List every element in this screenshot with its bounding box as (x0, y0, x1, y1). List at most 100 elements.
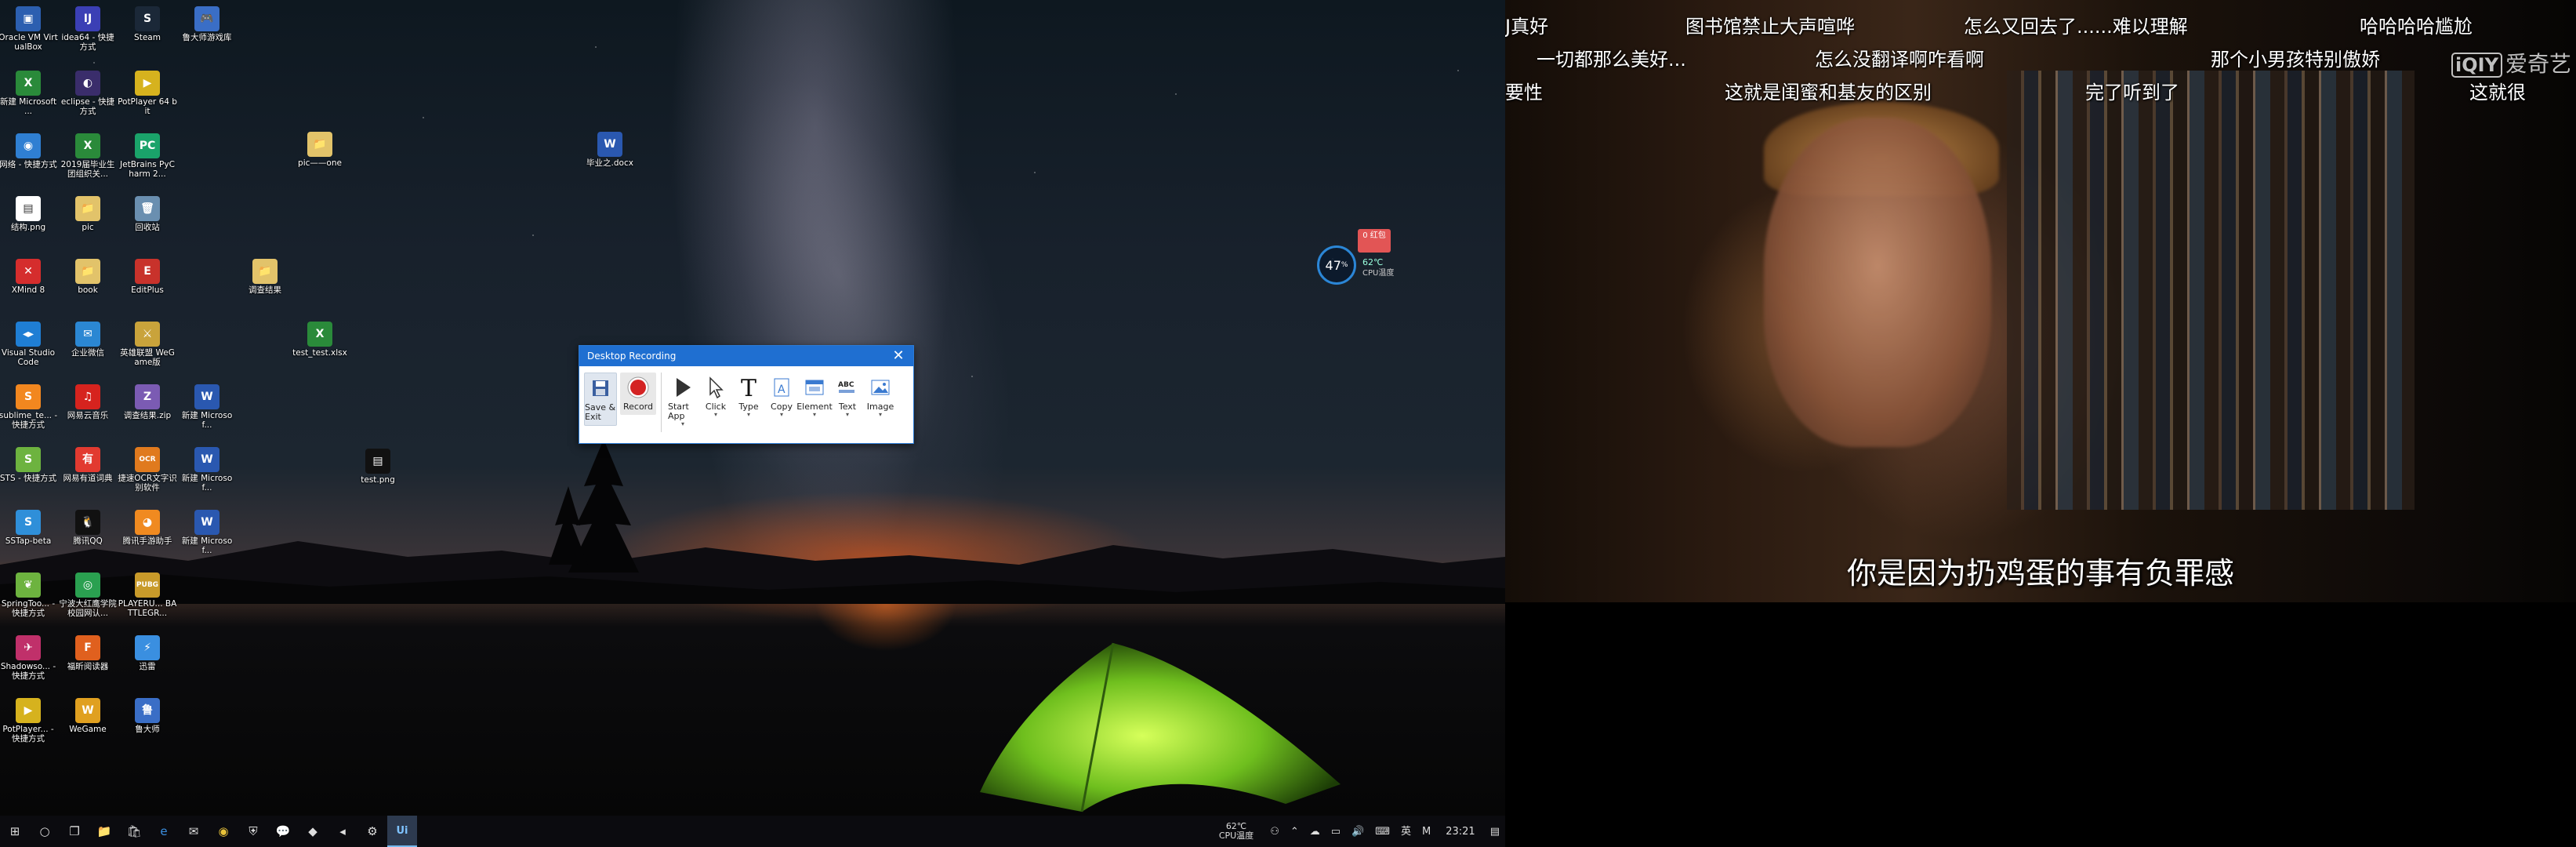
recording-toolbar: Save & Exit Record Start App ▾ Click ▾ T Type ▾ A… (579, 366, 913, 445)
chrome-icon[interactable]: ◉ (209, 816, 238, 847)
volume-icon[interactable]: 🔊 (1346, 827, 1370, 837)
desktop-icon[interactable]: OCR 捷速OCR文字识别软件 (118, 447, 177, 493)
red-envelope-badge[interactable]: 0 红包 (1358, 229, 1391, 253)
desktop-icon[interactable]: Ssublime_te... - 快捷方式 (0, 384, 58, 430)
notification-icon[interactable]: ▤ (1485, 827, 1505, 837)
desktop-icon[interactable]: 🎮 鲁大师游戏库 (177, 6, 237, 42)
element-button[interactable]: Element ▾ (796, 373, 833, 418)
cloud-icon[interactable]: ☁ (1304, 827, 1326, 837)
desktop-icon[interactable]: F 福昕阅读器 (58, 635, 118, 671)
app-icon: 🎮 (194, 6, 220, 31)
video-frame[interactable]: J真好 图书馆禁止大声喧哗 怎么又回去了......难以理解 哈哈哈哈尴尬 一切都那么美… (1505, 0, 2576, 602)
desktop-icon[interactable]: 有网易有道词典 (58, 447, 118, 483)
ime-mode[interactable]: M (1417, 827, 1436, 837)
desktop-icon[interactable]: W 新建 Microsof... (177, 384, 237, 430)
desktop-icon[interactable]: ◎ 宁波大红鹰学院校园网认... (58, 573, 118, 618)
desktop-icon[interactable]: S Steam (118, 6, 177, 42)
edge-icon[interactable]: e (149, 816, 179, 847)
wechat-icon[interactable]: 💬 (268, 816, 298, 847)
chevron-down-icon[interactable]: ▾ (714, 412, 717, 418)
desktop-icon[interactable]: ❦ SpringToo... - 快捷方式 (0, 573, 58, 618)
desktop-icon[interactable]: ▤ test.png (348, 449, 408, 485)
desktop-icon[interactable]: PUBG PLAYERU... BATTLEGR... (118, 573, 177, 618)
store-icon[interactable]: 🛍 (119, 816, 149, 847)
record-button[interactable]: Record (620, 373, 656, 415)
vscode-icon[interactable]: ◂ (328, 816, 357, 847)
chevron-down-icon[interactable]: ▾ (813, 412, 816, 418)
chevron-up-icon[interactable]: ⌃ (1285, 827, 1304, 837)
desktop-icon[interactable]: 📁 pic——one (290, 132, 350, 168)
search-icon[interactable]: ○ (30, 816, 60, 847)
desktop-icon-label: book (78, 285, 98, 295)
desktop-icon[interactable]: ✉ 企业微信 (58, 322, 118, 358)
close-icon[interactable]: ✕ (888, 346, 909, 366)
desktop-icon[interactable]: ♫ 网易云音乐 (58, 384, 118, 420)
recording-title-bar[interactable]: Desktop Recording ✕ (579, 346, 913, 366)
desktop-icon[interactable]: ▤ 结构.png (0, 196, 58, 232)
chevron-down-icon[interactable]: ▾ (780, 412, 783, 418)
visual-studio-icon[interactable]: ◆ (298, 816, 328, 847)
desktop-icon[interactable]: 🐧 腾讯QQ (58, 510, 118, 546)
shield-icon[interactable]: ⛨ (238, 816, 268, 847)
desktop-icon[interactable]: W 新建 Microsof... (177, 447, 237, 493)
desktop-icon[interactable]: ▶ PotPlayer 64 bit (118, 71, 177, 116)
chevron-down-icon[interactable]: ▾ (846, 412, 849, 418)
desktop-icon-label: 福昕阅读器 (67, 662, 109, 671)
desktop-icon[interactable]: ◂▸ Visual Studio Code (0, 322, 58, 367)
desktop-icon[interactable]: 📁 调查结果 (235, 259, 295, 295)
desktop-icon[interactable]: W 新建 Microsof... (177, 510, 237, 555)
text-icon: T (738, 373, 760, 402)
save-exit-button[interactable]: Save & Exit (584, 373, 617, 426)
desktop-icon[interactable]: ✈ Shadowso... - 快捷方式 (0, 635, 58, 681)
desktop-icon[interactable]: ✕ XMind 8 (0, 259, 58, 295)
start-app-button[interactable]: Start App ▾ (668, 373, 698, 427)
network-icon[interactable]: ⌨ (1370, 827, 1395, 837)
text-button[interactable]: ABC Text ▾ (833, 373, 862, 418)
chevron-down-icon[interactable]: ▾ (879, 412, 882, 418)
desktop-icon[interactable]: PC JetBrains PyCharm 2... (118, 133, 177, 179)
windows-icon[interactable]: ⊞ (0, 816, 30, 847)
desktop-icon[interactable]: 📁 book (58, 259, 118, 295)
mail-icon[interactable]: ✉ (179, 816, 209, 847)
battery-icon[interactable]: ▭ (1326, 827, 1346, 837)
desktop-icon[interactable]: IJ idea64 - 快捷方式 (58, 6, 118, 52)
desktop-icon[interactable]: 📁 pic (58, 196, 118, 232)
click-button[interactable]: Click ▾ (701, 373, 731, 418)
desktop-icon[interactable]: E EditPlus (118, 259, 177, 295)
desktop-icon[interactable]: ▣ Oracle VM VirtualBox (0, 6, 58, 52)
desktop-icon[interactable]: ⚡ 迅雷 (118, 635, 177, 671)
task-view-icon[interactable]: ❐ (60, 816, 89, 847)
desktop-icon[interactable]: ◕ 腾讯手游助手 (118, 510, 177, 546)
desktop-icon-label: 鲁大师 (135, 725, 160, 734)
file-explorer-icon[interactable]: 📁 (89, 816, 119, 847)
desktop-icon[interactable]: Xtest_test.xlsx (290, 322, 350, 358)
desktop-icon[interactable]: ◉ 网络 - 快捷方式 (0, 133, 58, 169)
app-icon: S (16, 447, 41, 472)
desktop-icon[interactable]: W 毕业之.docx (580, 132, 640, 168)
desktop-icon[interactable]: S SSTap-beta (0, 510, 58, 546)
desktop-icon[interactable]: ⚔ 英雄联盟 WeGame版 (118, 322, 177, 367)
ime-language[interactable]: 英 (1395, 827, 1417, 837)
desktop-icon[interactable]: 鲁鲁大师 (118, 698, 177, 734)
desktop-icon[interactable]: ▶ PotPlayer... - 快捷方式 (0, 698, 58, 743)
clock[interactable]: 23:21 (1436, 826, 1484, 838)
desktop-icon[interactable]: S STS - 快捷方式 (0, 447, 58, 483)
people-icon[interactable]: ⚇ (1264, 827, 1285, 837)
desktop-icon[interactable]: X 2019届毕业生团组织关... (58, 133, 118, 179)
desktop-icon[interactable]: ◐ eclipse - 快捷方式 (58, 71, 118, 116)
tray-cpu-temp[interactable]: 62℃ CPU温度 (1208, 822, 1264, 841)
cpu-usage-gauge[interactable]: 47% (1317, 245, 1356, 285)
network-app-icon[interactable]: ⚙ (357, 816, 387, 847)
app-icon: ▣ (16, 6, 41, 31)
app-icon: ♫ (75, 384, 100, 409)
type-button[interactable]: T Type ▾ (734, 373, 764, 418)
desktop-icon[interactable]: W WeGame (58, 698, 118, 734)
chevron-down-icon[interactable]: ▾ (681, 421, 684, 427)
uipath-icon[interactable]: Ui (387, 816, 417, 847)
image-button[interactable]: Image ▾ (865, 373, 895, 418)
copy-button[interactable]: A Copy ▾ (767, 373, 796, 418)
desktop-icon[interactable]: Z 调查结果.zip (118, 384, 177, 420)
desktop-icon[interactable]: 🗑 回收站 (118, 196, 177, 232)
chevron-down-icon[interactable]: ▾ (747, 412, 750, 418)
desktop-icon[interactable]: X 新建 Microsoft ... (0, 71, 58, 116)
